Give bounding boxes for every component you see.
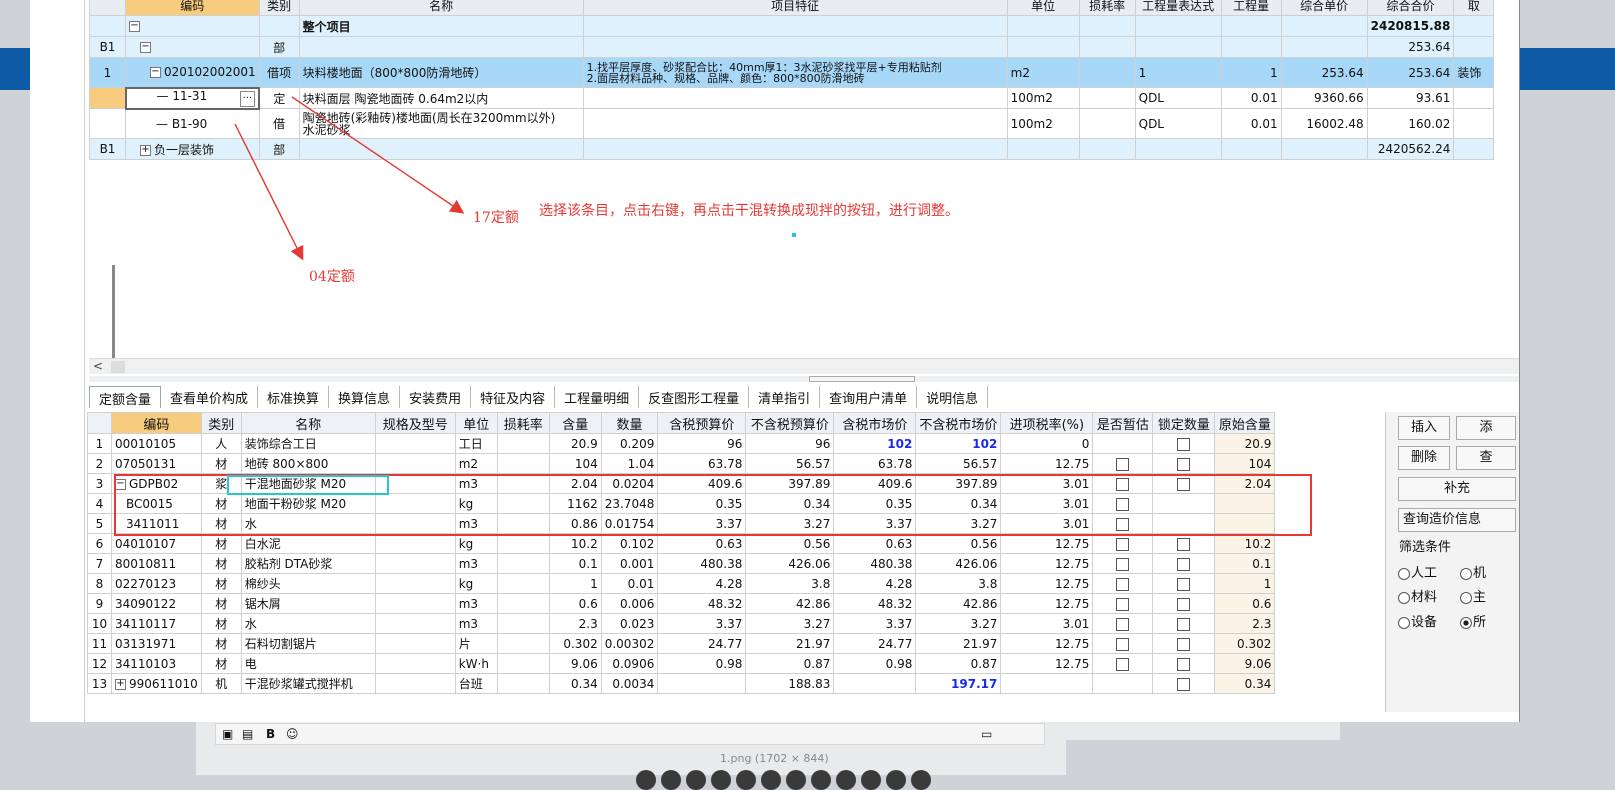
bold-button[interactable]: B bbox=[266, 727, 275, 741]
arrow-to-04-quota bbox=[234, 123, 304, 261]
annotation-arrows bbox=[234, 96, 465, 261]
emoji-icon[interactable]: ☺ bbox=[286, 727, 299, 741]
image-icon[interactable]: ▣ bbox=[222, 727, 233, 741]
instruction-note: 选择该条目，点击右键，再点击干混转换成现拌的按钮，进行调整。 bbox=[539, 203, 959, 219]
software-window: 编码 类别 名称 项目特征 单位 损耗率 工程量表达式 工程量 综合单价 综合合… bbox=[30, 0, 1520, 722]
label-17-quota: 17定额 bbox=[473, 210, 519, 226]
monitor-icon[interactable]: ▭ bbox=[981, 727, 992, 741]
arrow-to-17-quota bbox=[291, 96, 465, 214]
editor-toolbar: ▣ ▤ B ☺ ▭ bbox=[215, 723, 1045, 745]
pagination-dots bbox=[636, 770, 931, 790]
label-04-quota: 04定额 bbox=[309, 269, 355, 285]
media-icon[interactable]: ▤ bbox=[242, 727, 253, 741]
image-caption: 1.png (1702 × 844) bbox=[720, 752, 829, 765]
